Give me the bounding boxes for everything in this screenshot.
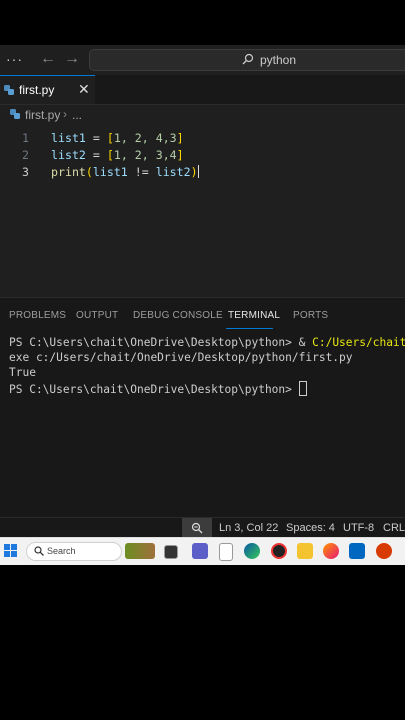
code-token: list2 — [51, 148, 86, 162]
teams-icon[interactable] — [192, 543, 208, 559]
menu-icon[interactable]: ··· — [6, 51, 23, 67]
active-tab-indicator — [226, 328, 273, 329]
zoom-icon — [191, 522, 203, 534]
title-bar: ··· ← → python — [0, 45, 405, 75]
tab-label: first.py — [19, 83, 55, 97]
line-number: 2 — [22, 148, 29, 162]
code-token: ] — [176, 131, 184, 145]
code-token: [ — [106, 131, 114, 145]
code-token: [ — [106, 148, 114, 162]
editor-tab-bar: first.py ✕ — [0, 75, 405, 105]
code-token: = — [85, 131, 107, 145]
file-explorer-icon[interactable] — [297, 543, 313, 559]
python-file-icon — [4, 85, 14, 95]
file-icon[interactable] — [219, 543, 233, 561]
status-bar: Ln 3, Col 22 Spaces: 4 UTF-8 CRLF — [0, 517, 405, 538]
tab-output[interactable]: OUTPUT — [76, 310, 118, 321]
terminal-cursor — [298, 381, 307, 396]
terminal-command: C:/Users/chait/AppData — [312, 336, 405, 349]
code-token: != — [127, 165, 156, 179]
zoom-button[interactable] — [182, 518, 212, 538]
terminal-prompt: PS C:\Users\chait\OneDrive\Desktop\pytho… — [9, 383, 299, 396]
firefox-icon[interactable] — [323, 543, 339, 559]
code-token: list1 — [92, 165, 128, 179]
taskbar-search-label: Search — [47, 546, 76, 556]
code-line: 2 list2 = [1, 2, 3,4] — [0, 148, 405, 165]
terminal-text: & — [298, 336, 313, 349]
code-editor[interactable]: 1 list1 = [1, 2, 4,3] 2 list2 = [1, 2, 3… — [0, 125, 405, 297]
code-token: 1, 2, 3,4 — [113, 148, 177, 162]
widget-image-icon[interactable] — [125, 543, 155, 559]
code-line-active: 3 print(list1 != list2) — [0, 165, 405, 182]
python-file-icon — [10, 109, 20, 119]
encoding[interactable]: UTF-8 — [343, 522, 374, 534]
bottom-panel: PROBLEMS OUTPUT DEBUG CONSOLE TERMINAL P… — [0, 297, 405, 518]
code-text: list2 = [1, 2, 3,4] — [51, 148, 184, 162]
terminal-line: PS C:\Users\chait\OneDrive\Desktop\pytho… — [9, 381, 307, 396]
forward-arrow-icon[interactable]: → — [64, 50, 80, 68]
terminal-line: exe c:/Users/chait/OneDrive/Desktop/pyth… — [9, 351, 353, 364]
search-icon — [34, 546, 44, 556]
search-text: python — [260, 53, 297, 67]
breadcrumb: first.py › ... — [0, 105, 405, 125]
code-text: list1 = [1, 2, 4,3] — [51, 131, 184, 145]
breadcrumb-more[interactable]: ... — [72, 108, 82, 122]
taskbar-search[interactable]: Search — [26, 542, 122, 561]
office-icon[interactable] — [376, 543, 392, 559]
edge-icon[interactable] — [244, 543, 260, 559]
terminal-prompt: PS C:\Users\chait\OneDrive\Desktop\pytho… — [9, 336, 299, 349]
code-token: print — [51, 165, 86, 179]
code-token: = — [85, 148, 107, 162]
close-icon[interactable]: ✕ — [78, 81, 90, 98]
text-cursor — [197, 165, 199, 178]
app-icon[interactable] — [271, 543, 287, 559]
windows-start-icon[interactable] — [4, 544, 18, 558]
tab-debug-console[interactable]: DEBUG CONSOLE — [133, 310, 223, 321]
code-token: ( — [85, 165, 93, 179]
vscode-window: ··· ← → python first.py ✕ first.py › ...… — [0, 45, 405, 565]
command-center-search[interactable]: python — [89, 49, 405, 71]
store-icon[interactable] — [349, 543, 365, 559]
tab-problems[interactable]: PROBLEMS — [9, 310, 66, 321]
cursor-position[interactable]: Ln 3, Col 22 — [219, 522, 278, 534]
search-icon — [242, 53, 254, 65]
breadcrumb-file[interactable]: first.py — [25, 108, 60, 122]
code-token: ] — [176, 148, 184, 162]
code-token: ) — [190, 165, 198, 179]
tab-first-py[interactable]: first.py ✕ — [0, 75, 95, 104]
code-line: 1 list1 = [1, 2, 4,3] — [0, 131, 405, 148]
code-token: list2 — [155, 165, 191, 179]
line-number: 1 — [22, 131, 29, 145]
line-number: 3 — [22, 165, 29, 179]
back-arrow-icon[interactable]: ← — [40, 50, 56, 68]
code-token: list1 — [51, 131, 86, 145]
terminal-line: PS C:\Users\chait\OneDrive\Desktop\pytho… — [9, 336, 405, 351]
task-view-icon[interactable] — [164, 545, 178, 559]
tab-ports[interactable]: PORTS — [293, 310, 328, 321]
tab-terminal[interactable]: TERMINAL — [228, 310, 280, 321]
code-token: 1, 2, 4,3 — [113, 131, 177, 145]
chevron-right-icon: › — [63, 107, 67, 121]
line-ending[interactable]: CRLF — [383, 522, 405, 534]
code-text: print(list1 != list2) — [51, 165, 199, 179]
terminal-line: True — [9, 366, 36, 379]
indentation[interactable]: Spaces: 4 — [286, 522, 335, 534]
windows-taskbar: Search — [0, 537, 405, 565]
